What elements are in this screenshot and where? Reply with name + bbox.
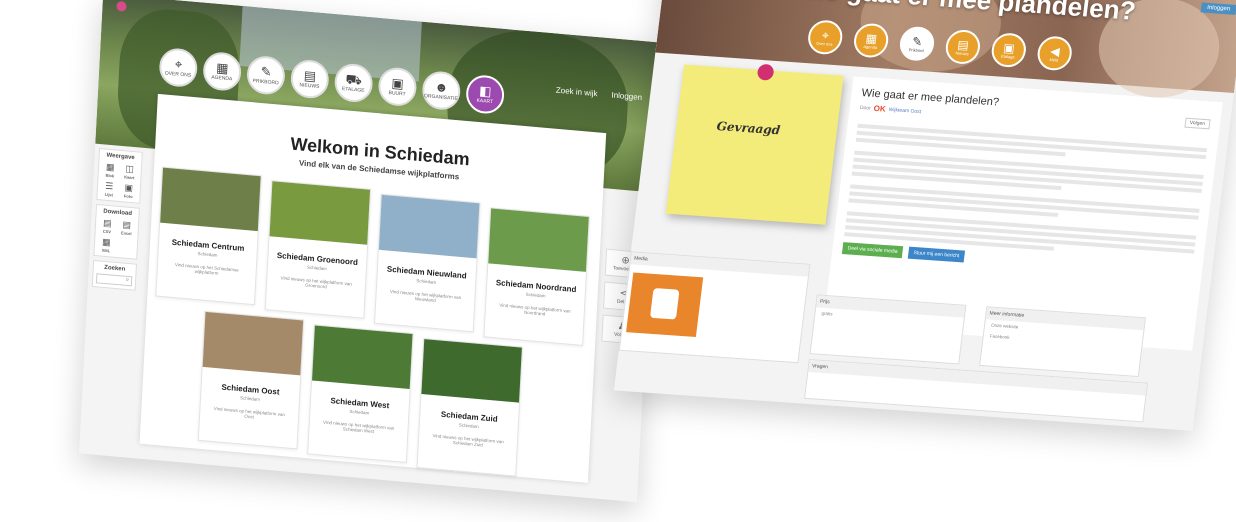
map-icon: ◧ — [478, 82, 492, 99]
file-icon: ▦ — [101, 236, 111, 248]
share-social-button[interactable]: Deel via sociale media — [841, 242, 904, 259]
nav-over-ons[interactable]: ⌖ OVER ONS — [158, 46, 199, 89]
platform-card[interactable]: Schiedam Oost Schiedam Vind nieuws op het … — [197, 310, 305, 450]
download-csv[interactable]: ▤ CSV — [99, 217, 116, 235]
shop-icon: ▣ — [1002, 40, 1016, 56]
grid-icon: ▦ — [105, 161, 115, 173]
card-photo — [269, 181, 371, 245]
megaphone-icon: ◀ — [1049, 43, 1061, 59]
left-sidebar: Weergave ▦ Blok ◫ Kaart ☰ Lijst ▣ Foto Downl… — [79, 144, 147, 458]
nav-etalage[interactable]: ⛟ ETALAGE — [333, 62, 374, 104]
nav-nieuws[interactable]: ▤ NIEUWS — [289, 58, 330, 100]
download-excel[interactable]: ▤ Excel — [118, 219, 135, 236]
file-icon: ▤ — [122, 219, 132, 231]
list-icon: ☰ — [105, 180, 114, 192]
card-photo — [312, 325, 413, 389]
pushpin-icon: ✎ — [260, 63, 272, 80]
platform-card[interactable]: Schiedam Centrum Schiedam Vind nieuws op h… — [155, 166, 262, 306]
nav-kaart[interactable]: ◧ KAART — [465, 73, 506, 116]
platform-card[interactable]: Schiedam West Schiedam Vind nieuws op het … — [307, 324, 414, 464]
logo-icon — [116, 0, 127, 12]
card-photo — [488, 208, 589, 272]
card-photo — [378, 194, 480, 259]
nav-nieuws[interactable]: ▤ Nieuws — [943, 28, 982, 66]
nav-buurt[interactable]: ▣ BUURT — [377, 66, 418, 108]
follow-button[interactable]: Volgen — [1184, 117, 1211, 130]
card-photo — [202, 311, 304, 376]
search-box: Zoeken ⌕ — [91, 259, 137, 291]
download-options: Download ▤ CSV ▤ Excel ▦ XML — [93, 203, 140, 260]
map-pin-icon: ⌖ — [821, 27, 830, 43]
search-icon: ⌕ — [125, 276, 130, 284]
welcome-panel: Welkom in Schiedam Vind elk van de Schie… — [139, 93, 607, 483]
media-thumbnail[interactable] — [626, 272, 704, 338]
nav-prikbord[interactable]: ✎ PRIKBORD — [246, 54, 286, 96]
view-list[interactable]: ☰ Lijst — [101, 180, 118, 198]
calendar-icon: ▦ — [215, 59, 229, 76]
photo-icon: ▣ — [124, 182, 134, 194]
more-info-box: Meer informatie Onze website Facebook — [979, 306, 1147, 378]
view-photo[interactable]: ▣ Foto — [120, 182, 137, 199]
platform-card[interactable]: Schiedam Noordrand Schiedam Vind nieuws op… — [483, 207, 590, 346]
card-photo — [160, 167, 261, 232]
view-map[interactable]: ◫ Kaart — [121, 163, 138, 180]
nav-meld[interactable]: ◀ Meld — [1035, 35, 1074, 72]
post-body — [844, 123, 1208, 261]
calendar-icon: ▦ — [864, 30, 878, 46]
building-icon: ▣ — [391, 75, 405, 92]
people-icon: ☻ — [434, 79, 449, 96]
postit-note: Gevraagd — [665, 64, 844, 225]
search-input[interactable]: ⌕ — [95, 273, 133, 287]
screenshot-composite: Zoek in wijk Inloggen ⌖ OVER ONS ▦ AGENDA … — [0, 0, 1236, 522]
download-xml[interactable]: ▦ XML — [98, 236, 115, 254]
card-photo — [421, 339, 522, 403]
postit-label: Gevraagd — [715, 119, 781, 138]
pushpin-icon: ✎ — [911, 33, 924, 49]
map-icon: ◫ — [125, 163, 135, 175]
platform-card[interactable]: Schiedam Nieuwland Schiedam Vind nieuws op… — [374, 193, 481, 333]
send-message-button[interactable]: Stuur mij een bericht — [907, 246, 965, 263]
nav-over-ons[interactable]: ⌖ Over ons — [806, 19, 845, 56]
nav-agenda[interactable]: ▦ Agenda — [852, 22, 891, 59]
view-block[interactable]: ▦ Blok — [101, 161, 118, 179]
nav-agenda[interactable]: ▦ AGENDA — [202, 50, 243, 93]
newspaper-icon: ▤ — [303, 67, 317, 84]
platform-card[interactable]: Schiedam Zuid Schiedam Vind nieuws op het … — [416, 337, 523, 477]
cart-icon: ⛟ — [345, 71, 363, 88]
file-icon: ▤ — [102, 217, 112, 229]
view-options: Weergave ▦ Blok ◫ Kaart ☰ Lijst ▣ Foto — [96, 148, 143, 204]
media-box: Media — [618, 251, 811, 364]
newspaper-icon: ▤ — [956, 37, 970, 52]
nav-prikbord[interactable]: ✎ Prikbord — [897, 25, 937, 62]
prikbord-detail-screenshot: Wie gaat er mee plandelen? Inloggen ⌖Ove… — [613, 0, 1236, 431]
org-logo: OK — [873, 103, 887, 114]
nav-etalage[interactable]: ▣ Etalage — [989, 32, 1028, 69]
schiedam-overview-screenshot: Zoek in wijk Inloggen ⌖ OVER ONS ▦ AGENDA … — [79, 0, 661, 503]
price-box: Prijs gratis — [809, 294, 967, 365]
platform-card[interactable]: Schiedam Groenoord Schiedam Vind nieuws op… — [264, 180, 372, 319]
map-pin-icon: ⌖ — [174, 56, 183, 72]
nav-organisatie[interactable]: ☻ ORGANISATIE — [421, 69, 462, 112]
author-link[interactable]: Wijkteam Oost — [888, 106, 921, 114]
